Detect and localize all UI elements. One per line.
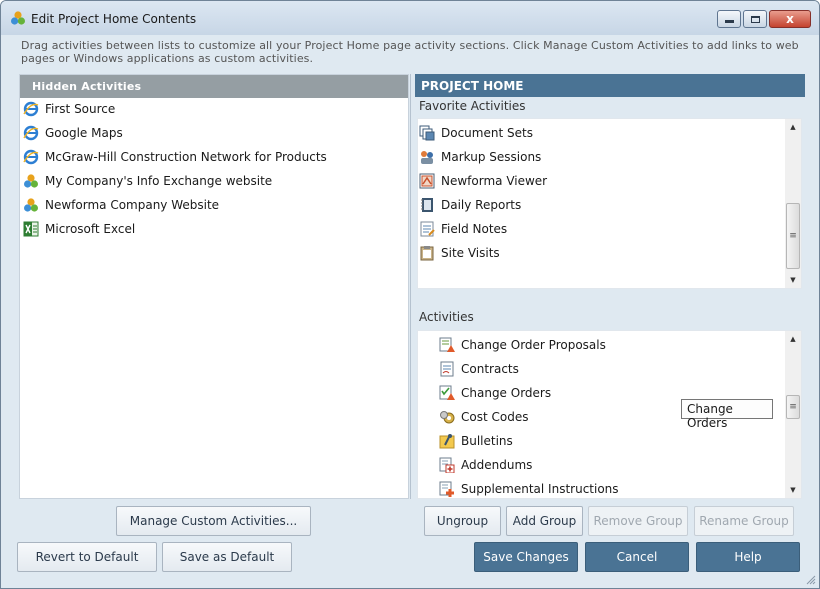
title-bar[interactable]: Edit Project Home Contents x: [1, 1, 819, 35]
list-item[interactable]: Cost Codes: [439, 408, 528, 426]
excel-icon: [23, 221, 39, 237]
list-item-label: Markup Sessions: [441, 150, 542, 164]
internet-explorer-icon: [23, 125, 39, 141]
project-home-panel: PROJECT HOME Favorite Activities Documen…: [415, 74, 805, 499]
list-item-label: Site Visits: [441, 246, 500, 260]
list-item-label: Supplemental Instructions: [461, 482, 619, 496]
list-item-label: Newforma Company Website: [45, 198, 220, 212]
list-item-label: Cost Codes: [461, 410, 529, 424]
help-button[interactable]: Help: [696, 542, 800, 572]
list-item-label: Google Maps: [45, 126, 123, 140]
scroll-down-icon[interactable]: ▼: [785, 274, 801, 286]
list-item[interactable]: Markup Sessions: [419, 148, 541, 166]
favorite-activities-label: Favorite Activities: [419, 99, 526, 113]
newforma-icon: [24, 174, 38, 188]
list-item-label: Daily Reports: [441, 198, 522, 212]
resize-grip-icon[interactable]: [806, 575, 816, 585]
scroll-thumb[interactable]: ≡: [786, 203, 800, 269]
list-item-label: My Company's Info Exchange website: [45, 174, 273, 188]
list-item-label: Newforma Viewer: [441, 174, 548, 188]
maximize-button[interactable]: [743, 10, 767, 28]
activities-label: Activities: [419, 310, 474, 324]
close-icon: x: [786, 12, 794, 26]
list-item[interactable]: Supplemental Instructions: [439, 480, 619, 498]
list-item[interactable]: McGraw-Hill Construction Network for Pro…: [23, 148, 327, 166]
activities-scrollbar[interactable]: ▲ ≡ ▼: [785, 331, 801, 498]
rename-group-button[interactable]: Rename Group: [694, 506, 794, 536]
minimize-button[interactable]: [717, 10, 741, 28]
site-visits-icon: [420, 246, 434, 261]
tooltip: Change Orders: [681, 399, 773, 430]
list-item[interactable]: Field Notes: [419, 220, 507, 238]
change-orders-icon: [439, 385, 455, 400]
list-item-label: First Source: [45, 102, 116, 116]
dialog-window: Edit Project Home Contents x Drag activi…: [0, 0, 820, 589]
window-controls: x: [715, 10, 811, 28]
list-item-label: Field Notes: [441, 222, 508, 236]
document-sets-icon: [419, 125, 435, 141]
ungroup-button[interactable]: Ungroup: [424, 506, 501, 536]
list-item-label: Change Orders: [461, 386, 552, 400]
hidden-activities-header: Hidden Activities: [20, 75, 408, 98]
cost-codes-icon: [440, 411, 455, 424]
list-item[interactable]: Bulletins: [439, 432, 513, 450]
save-changes-button[interactable]: Save Changes: [474, 542, 578, 572]
list-item[interactable]: Site Visits: [419, 244, 500, 262]
daily-reports-icon: [421, 198, 433, 212]
scroll-up-icon[interactable]: ▲: [785, 121, 801, 133]
close-button[interactable]: x: [769, 10, 811, 28]
revert-to-default-button[interactable]: Revert to Default: [17, 542, 157, 572]
add-group-button[interactable]: Add Group: [506, 506, 583, 536]
cancel-button[interactable]: Cancel: [585, 542, 689, 572]
instructions-text: Drag activities between lists to customi…: [21, 39, 799, 65]
bulletins-icon: [439, 434, 455, 449]
list-item[interactable]: Newforma Company Website: [23, 196, 219, 214]
field-notes-icon: [420, 221, 435, 237]
scroll-up-icon[interactable]: ▲: [785, 333, 801, 345]
supplemental-instructions-icon: [439, 481, 454, 497]
save-as-default-button[interactable]: Save as Default: [162, 542, 292, 572]
list-item[interactable]: Document Sets: [419, 124, 533, 142]
addendums-icon: [439, 457, 455, 473]
list-item[interactable]: Daily Reports: [419, 196, 521, 214]
manage-custom-activities-button[interactable]: Manage Custom Activities...: [116, 506, 311, 536]
markup-sessions-icon: [421, 151, 433, 164]
list-item[interactable]: Change Orders: [439, 384, 551, 402]
list-item-label: Document Sets: [441, 126, 533, 140]
list-item[interactable]: First Source: [23, 100, 115, 118]
list-item[interactable]: Google Maps: [23, 124, 123, 142]
window-title: Edit Project Home Contents: [31, 12, 197, 26]
contracts-icon: [440, 361, 454, 377]
list-item-label: Change Order Proposals: [461, 338, 606, 352]
viewer-icon: [419, 173, 435, 189]
list-item[interactable]: Newforma Viewer: [419, 172, 547, 190]
list-item-label: Contracts: [461, 362, 519, 376]
panel-splitter[interactable]: [410, 74, 414, 499]
list-item-label: Addendums: [461, 458, 533, 472]
minimize-icon: [724, 20, 734, 23]
internet-explorer-icon: [23, 149, 39, 165]
list-item[interactable]: Microsoft Excel: [23, 220, 135, 238]
scroll-thumb[interactable]: ≡: [786, 395, 800, 419]
hidden-activities-list[interactable]: Hidden Activities First Source Google Ma…: [19, 74, 409, 499]
remove-group-button[interactable]: Remove Group: [588, 506, 688, 536]
maximize-icon: [750, 15, 760, 23]
list-item-label: McGraw-Hill Construction Network for Pro…: [45, 150, 327, 164]
list-item[interactable]: Addendums: [439, 456, 532, 474]
list-item[interactable]: Contracts: [439, 360, 519, 378]
list-item-label: Bulletins: [461, 434, 513, 448]
list-item-label: Microsoft Excel: [45, 222, 136, 236]
favorite-activities-list[interactable]: Document Sets Markup Sessions Newforma V…: [417, 118, 802, 289]
change-order-proposals-icon: [439, 337, 455, 352]
internet-explorer-icon: [23, 101, 39, 117]
scroll-down-icon[interactable]: ▼: [785, 484, 801, 496]
list-item[interactable]: Change Order Proposals: [439, 336, 606, 354]
newforma-icon: [24, 198, 38, 212]
project-home-header: PROJECT HOME: [415, 74, 805, 97]
favorites-scrollbar[interactable]: ▲ ≡ ▼: [785, 119, 801, 288]
newforma-app-icon: [11, 11, 25, 25]
list-item[interactable]: My Company's Info Exchange website: [23, 172, 272, 190]
